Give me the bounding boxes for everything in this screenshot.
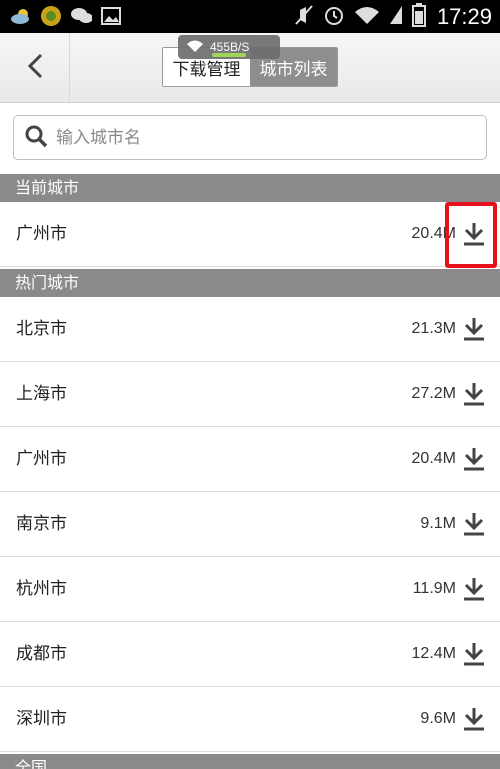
download-icon[interactable] — [462, 446, 486, 472]
mute-icon — [294, 4, 314, 30]
download-icon[interactable] — [462, 706, 486, 732]
list-item[interactable]: 北京市 21.3M — [0, 297, 500, 362]
section-header-hot: 热门城市 — [0, 269, 500, 297]
app-icon — [40, 5, 62, 27]
status-bar: 17:29 — [0, 0, 500, 33]
download-icon[interactable] — [462, 381, 486, 407]
search-box[interactable] — [13, 115, 487, 160]
search-icon — [24, 124, 48, 152]
list-item[interactable]: 南京市 9.1M — [0, 492, 500, 557]
map-size: 12.4M — [411, 645, 456, 662]
download-icon[interactable] — [462, 316, 486, 342]
list-item[interactable]: 深圳市 9.6M — [0, 687, 500, 752]
city-name: 南京市 — [16, 514, 67, 534]
city-name: 深圳市 — [16, 709, 67, 729]
weather-icon — [10, 5, 32, 27]
signal-icon — [389, 4, 403, 30]
map-size: 11.9M — [412, 580, 456, 597]
map-size: 21.3M — [411, 320, 456, 337]
map-size: 27.2M — [411, 385, 456, 402]
city-name: 北京市 — [16, 319, 67, 339]
section-header-current: 当前城市 — [0, 174, 500, 202]
wifi-icon — [186, 39, 204, 56]
wifi-icon — [354, 4, 380, 30]
city-name: 杭州市 — [16, 579, 67, 599]
map-size: 9.6M — [420, 710, 456, 727]
city-name: 广州市 — [16, 224, 67, 244]
list-item[interactable]: 杭州市 11.9M — [0, 557, 500, 622]
net-speed-overlay: 455B/S — [178, 35, 280, 59]
city-name: 上海市 — [16, 384, 67, 404]
image-icon — [100, 5, 122, 27]
download-icon[interactable] — [462, 576, 486, 602]
download-icon[interactable] — [462, 511, 486, 537]
list-item[interactable]: 成都市 12.4M — [0, 622, 500, 687]
city-name: 广州市 — [16, 449, 67, 469]
list-item[interactable]: 上海市 27.2M — [0, 362, 500, 427]
search-input[interactable] — [56, 127, 456, 148]
clock-time: 17:29 — [436, 4, 492, 29]
list-item[interactable]: 广州市 20.4M — [0, 427, 500, 492]
wechat-icon — [70, 5, 92, 27]
city-name: 成都市 — [16, 644, 67, 664]
map-size: 9.1M — [420, 515, 456, 532]
battery-icon — [411, 3, 426, 31]
section-header-national: 全国 — [0, 754, 500, 769]
net-speed-value: 455B/S — [210, 40, 250, 54]
highlight-box — [445, 202, 497, 268]
list-item[interactable]: 广州市 20.4M — [0, 202, 500, 267]
chevron-left-icon — [25, 53, 45, 83]
download-icon[interactable] — [462, 641, 486, 667]
back-button[interactable] — [0, 33, 70, 103]
alarm-icon — [323, 4, 345, 30]
map-size: 20.4M — [411, 450, 456, 467]
